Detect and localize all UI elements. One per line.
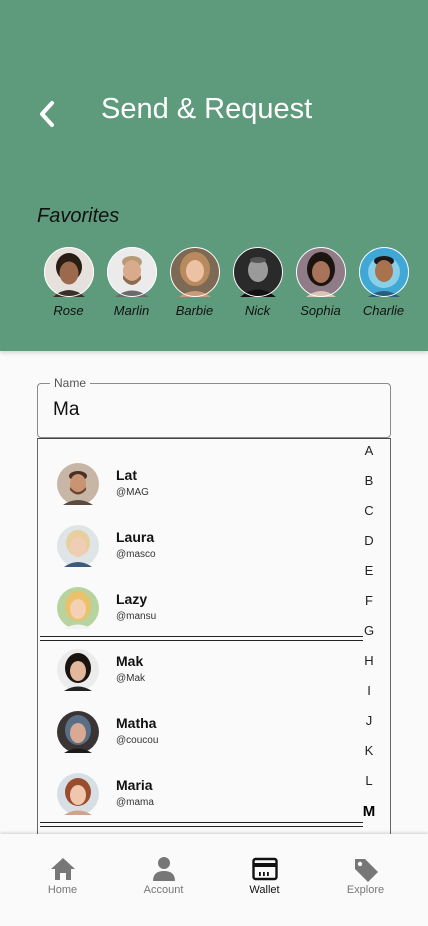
nav-home[interactable]: Home — [23, 834, 103, 926]
nav-explore[interactable]: Explore — [326, 834, 406, 926]
nav-label: Account — [143, 884, 184, 896]
account-icon — [152, 857, 175, 881]
nav-label: Wallet — [249, 884, 280, 896]
list-item[interactable]: Laura @masco — [38, 525, 363, 587]
favorites-heading: Favorites — [37, 205, 120, 227]
alphabet-letter[interactable]: G — [354, 623, 384, 653]
contact-name: Maria — [116, 777, 153, 793]
avatar — [232, 247, 283, 297]
name-field-label: Name — [50, 376, 91, 390]
home-icon — [50, 858, 75, 880]
favorites-list: Rose Marlin Barbie Nick Sophia Charlie — [37, 247, 415, 318]
avatar — [295, 247, 346, 297]
nav-label: Home — [47, 884, 78, 896]
nav-label: Explore — [346, 884, 385, 896]
favorite-contact[interactable]: Barbie — [163, 247, 226, 318]
avatar — [57, 587, 99, 629]
contact-name: Laura — [116, 529, 155, 545]
favorite-contact[interactable]: Marlin — [100, 247, 163, 318]
avatar — [106, 247, 157, 297]
alphabet-letter[interactable]: H — [354, 653, 384, 683]
contact-handle: @MAG — [116, 487, 149, 498]
contact-handle: @coucou — [116, 735, 159, 746]
avatar — [43, 247, 94, 297]
bottom-navigation: Home Account Wallet Explore — [0, 834, 428, 926]
avatar — [57, 463, 99, 505]
section-divider — [40, 636, 363, 641]
contact-handle: @mansu — [116, 611, 157, 622]
list-item[interactable]: Matha @coucou — [38, 711, 363, 773]
contact-name: Lat — [116, 467, 137, 483]
nav-account[interactable]: Account — [124, 834, 204, 926]
alphabet-letter[interactable]: J — [354, 713, 384, 743]
favorite-name: Sophia — [300, 303, 341, 318]
alphabet-letter[interactable]: F — [354, 593, 384, 623]
avatar — [57, 649, 99, 691]
contact-name: Lazy — [116, 591, 148, 607]
contact-handle: @Mak — [116, 673, 146, 684]
nav-wallet[interactable]: Wallet — [225, 834, 305, 926]
back-button[interactable] — [30, 96, 64, 132]
alphabet-letter[interactable]: I — [354, 683, 384, 713]
alphabet-letter[interactable]: D — [354, 533, 384, 563]
contact-name: Matha — [116, 715, 157, 731]
favorite-contact[interactable]: Sophia — [289, 247, 352, 318]
contact-handle: @mama — [116, 797, 154, 808]
contact-name: Mak — [116, 653, 144, 669]
favorite-contact[interactable]: Nick — [226, 247, 289, 318]
favorite-name: Charlie — [362, 303, 405, 318]
favorite-name: Barbie — [175, 303, 214, 318]
contact-list[interactable]: Lat @MAG Laura @masco Lazy @mansu Mak @M… — [37, 438, 391, 838]
name-field: Name — [37, 376, 391, 438]
alphabet-letter-active[interactable]: M — [354, 803, 384, 833]
list-item[interactable]: Lat @MAG — [38, 463, 363, 525]
page-title: Send & Request — [101, 93, 313, 125]
alphabet-letter[interactable]: K — [354, 743, 384, 773]
alphabet-index: A B C D E F G H I J K L M — [354, 443, 384, 833]
avatar — [57, 773, 99, 815]
list-item[interactable]: Mak @Mak — [38, 649, 363, 711]
tag-icon — [354, 859, 378, 882]
favorite-name: Rose — [53, 303, 84, 318]
favorite-contact[interactable]: Charlie — [352, 247, 415, 318]
wallet-icon — [251, 857, 278, 881]
header: Send & Request Favorites Rose Marlin Bar… — [0, 0, 428, 351]
alphabet-letter[interactable]: A — [354, 443, 384, 473]
avatar — [57, 711, 99, 753]
alphabet-letter[interactable]: C — [354, 503, 384, 533]
avatar — [57, 525, 99, 567]
favorite-contact[interactable]: Rose — [37, 247, 100, 318]
chevron-left-icon — [40, 101, 54, 127]
name-input[interactable] — [53, 399, 373, 421]
alphabet-letter[interactable]: B — [354, 473, 384, 503]
favorite-name: Nick — [244, 303, 271, 318]
avatar — [358, 247, 409, 297]
alphabet-letter[interactable]: L — [354, 773, 384, 803]
alphabet-letter[interactable]: E — [354, 563, 384, 593]
avatar — [169, 247, 220, 297]
section-divider — [40, 822, 363, 827]
contact-handle: @masco — [116, 549, 156, 560]
favorite-name: Marlin — [113, 303, 150, 318]
